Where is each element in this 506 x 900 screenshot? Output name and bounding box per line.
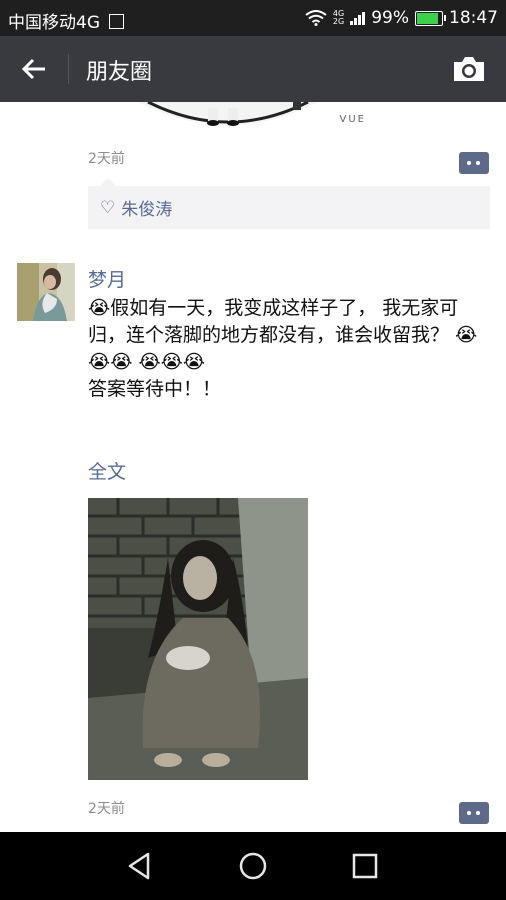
camera-button[interactable]: [452, 54, 486, 84]
moments-feed[interactable]: VUE 2天前 ♡ 朱俊涛 梦月 😭假如有一天，我变成这样子了， 我无家可归，连…: [0, 102, 506, 832]
heart-icon: ♡: [100, 197, 116, 218]
battery-percent: 99%: [371, 8, 409, 28]
previous-post-image[interactable]: VUE: [88, 102, 368, 128]
post-author[interactable]: 梦月: [88, 265, 126, 292]
post-text: 😭假如有一天，我变成这样子了， 我无家可归，连个落脚的地方都没有，谁会收留我？ …: [88, 297, 478, 400]
post-image[interactable]: [88, 498, 308, 780]
nav-recents-button[interactable]: [349, 850, 381, 882]
header-divider: [68, 54, 69, 84]
nav-back-button[interactable]: [124, 850, 156, 882]
likes-panel: ♡ 朱俊涛: [88, 178, 490, 229]
top-bar: 朋友圈: [0, 36, 506, 102]
wifi-icon: [305, 10, 327, 26]
back-triangle-icon: [128, 852, 150, 880]
comment-options-icon[interactable]: [459, 152, 489, 174]
status-bar: 中国移动4G 4G 2G 99% 18:47: [0, 0, 506, 36]
system-navigation-bar: [0, 832, 506, 900]
recents-square-icon: [352, 853, 378, 879]
signal-icon: [350, 11, 366, 25]
avatar[interactable]: [17, 263, 75, 321]
home-circle-icon: [239, 852, 267, 880]
image-watermark: VUE: [339, 114, 366, 125]
clock: 18:47: [449, 8, 498, 28]
battery-icon: [415, 10, 446, 26]
post-comment-options-icon[interactable]: [459, 802, 489, 824]
carrier-label: 中国移动4G: [8, 13, 100, 33]
back-arrow-icon: [21, 58, 45, 80]
sim-card-icon: [109, 14, 125, 29]
like-user-name[interactable]: 朱俊涛: [121, 195, 172, 220]
previous-post-time: 2天前: [88, 151, 125, 167]
back-button[interactable]: [16, 53, 52, 85]
network-type-indicator: 4G 2G: [333, 10, 344, 26]
nav-home-button[interactable]: [237, 850, 269, 882]
network-bottom-label: 2G: [332, 17, 345, 26]
page-title: 朋友圈: [86, 60, 153, 85]
post-time: 2天前: [88, 801, 125, 817]
full-text-link[interactable]: 全文: [88, 457, 126, 484]
camera-icon: [454, 57, 484, 81]
